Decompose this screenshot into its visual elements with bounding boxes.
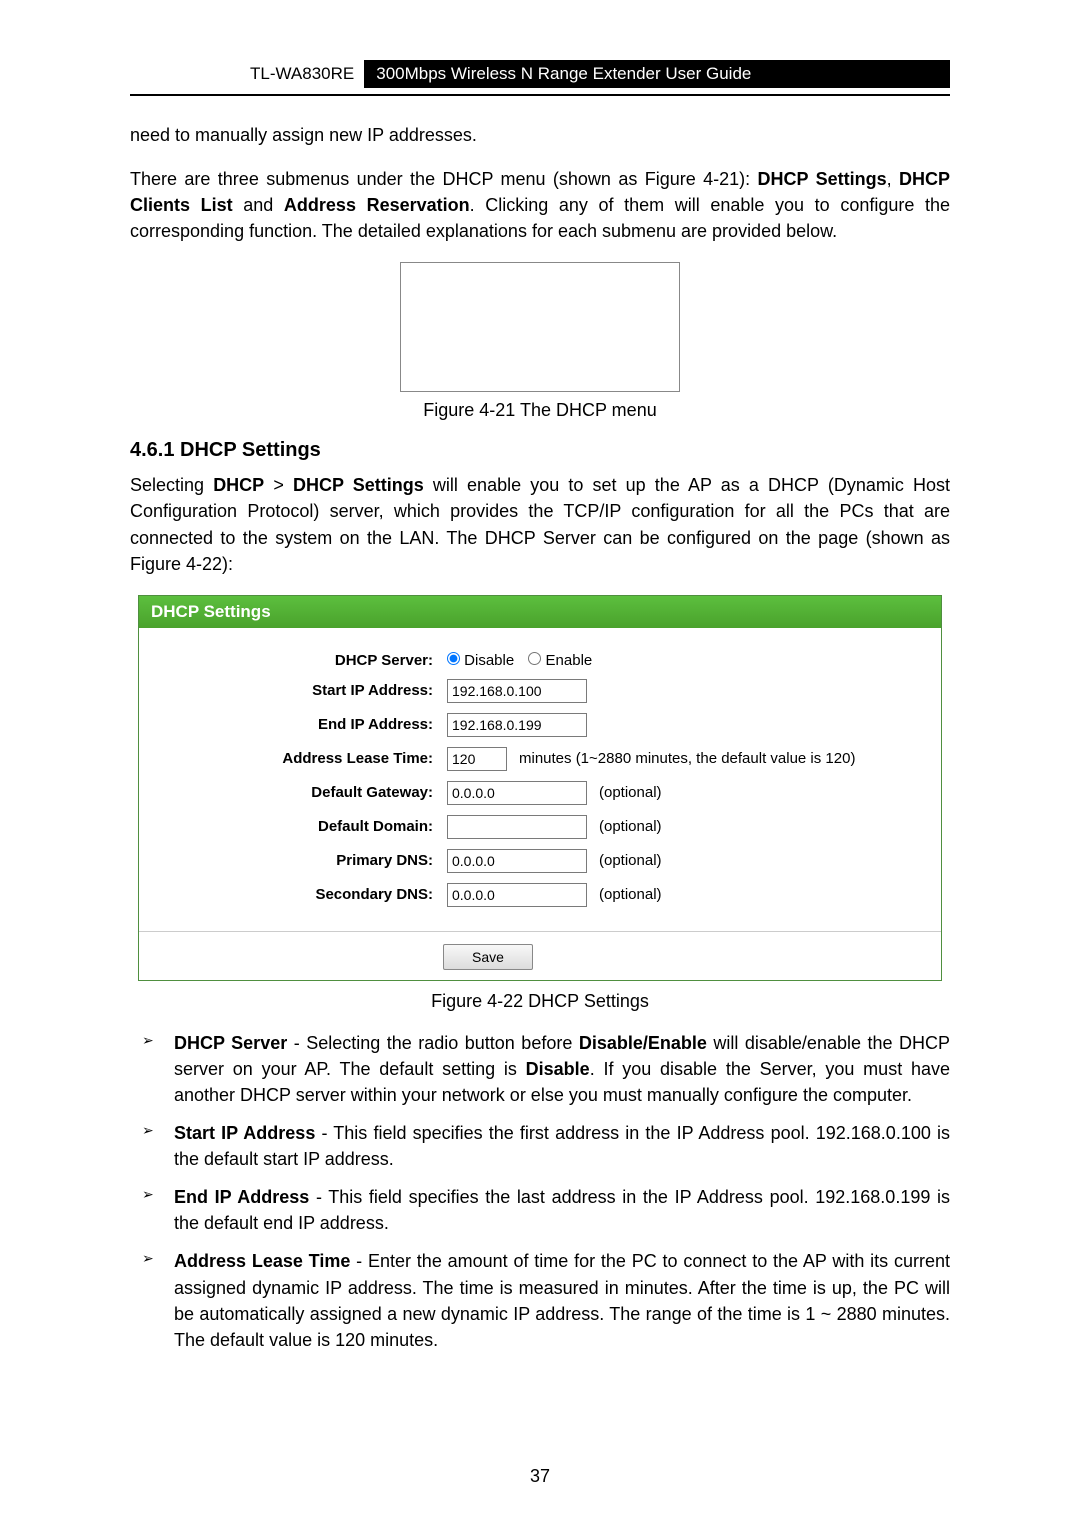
menu-name-address-reservation: Address Reservation [284, 195, 470, 215]
breadcrumb-dhcp-settings: DHCP Settings [293, 475, 424, 495]
start-ip-input[interactable] [447, 679, 587, 703]
label-dhcp-server: DHCP Server: [157, 652, 447, 669]
radio-disable[interactable] [447, 652, 460, 665]
text: - Selecting the radio button before [287, 1033, 579, 1053]
domain-hint: (optional) [599, 818, 662, 835]
end-ip-input[interactable] [447, 713, 587, 737]
label-start-ip: Start IP Address: [157, 682, 447, 699]
text: > [264, 475, 293, 495]
figure-4-21-caption: Figure 4-21 The DHCP menu [130, 400, 950, 421]
lease-time-input[interactable] [447, 747, 507, 771]
label-secondary-dns: Secondary DNS: [157, 886, 447, 903]
save-button[interactable]: Save [443, 944, 533, 970]
label-primary-dns: Primary DNS: [157, 852, 447, 869]
term: Disable [526, 1059, 590, 1079]
figure-4-22-caption: Figure 4-22 DHCP Settings [130, 991, 950, 1012]
gateway-hint: (optional) [599, 784, 662, 801]
panel-body: DHCP Server: Disable Enable Start IP Add… [139, 628, 941, 931]
bullet-dhcp-server: DHCP Server - Selecting the radio button… [136, 1030, 950, 1108]
model-label: TL-WA830RE [130, 60, 364, 88]
row-primary-dns: Primary DNS: (optional) [157, 849, 923, 873]
bullet-end-ip: End IP Address - This field specifies th… [136, 1184, 950, 1236]
intro-paragraph: There are three submenus under the DHCP … [130, 166, 950, 244]
text: There are three submenus under the DHCP … [130, 169, 758, 189]
row-dhcp-server: DHCP Server: Disable Enable [157, 652, 923, 669]
term: DHCP Server [174, 1033, 287, 1053]
term: End IP Address [174, 1187, 309, 1207]
section-heading: 4.6.1 DHCP Settings [130, 439, 950, 462]
panel-title: DHCP Settings [139, 596, 941, 628]
dhcp-server-radio-group: Disable Enable [447, 652, 602, 669]
term: Disable/Enable [579, 1033, 707, 1053]
row-start-ip: Start IP Address: [157, 679, 923, 703]
gateway-input[interactable] [447, 781, 587, 805]
label-gateway: Default Gateway: [157, 784, 447, 801]
label-lease-time: Address Lease Time: [157, 750, 447, 767]
text: and [233, 195, 284, 215]
radio-enable-text: Enable [546, 652, 593, 669]
term: Address Lease Time [174, 1251, 350, 1271]
primary-dns-input[interactable] [447, 849, 587, 873]
domain-input[interactable] [447, 815, 587, 839]
text: Selecting [130, 475, 213, 495]
page-number: 37 [0, 1466, 1080, 1487]
doc-title: 300Mbps Wireless N Range Extender User G… [364, 60, 950, 88]
intro-line: need to manually assign new IP addresses… [130, 122, 950, 148]
doc-header: TL-WA830RE 300Mbps Wireless N Range Exte… [130, 60, 950, 88]
section-paragraph: Selecting DHCP > DHCP Settings will enab… [130, 472, 950, 576]
header-divider [130, 94, 950, 96]
primary-dns-hint: (optional) [599, 852, 662, 869]
row-lease-time: Address Lease Time: minutes (1~2880 minu… [157, 747, 923, 771]
radio-enable[interactable] [528, 652, 541, 665]
term: Start IP Address [174, 1123, 315, 1143]
row-gateway: Default Gateway: (optional) [157, 781, 923, 805]
radio-disable-text: Disable [464, 652, 514, 669]
row-end-ip: End IP Address: [157, 713, 923, 737]
figure-4-21-placeholder [400, 262, 680, 392]
row-secondary-dns: Secondary DNS: (optional) [157, 883, 923, 907]
bullet-start-ip: Start IP Address - This field specifies … [136, 1120, 950, 1172]
breadcrumb-dhcp: DHCP [213, 475, 264, 495]
label-end-ip: End IP Address: [157, 716, 447, 733]
save-row: Save [139, 931, 941, 980]
menu-name-dhcp-settings: DHCP Settings [758, 169, 887, 189]
bullet-list: DHCP Server - Selecting the radio button… [130, 1030, 950, 1353]
radio-disable-label[interactable]: Disable [447, 652, 514, 669]
radio-enable-label[interactable]: Enable [528, 652, 592, 669]
secondary-dns-hint: (optional) [599, 886, 662, 903]
dhcp-settings-panel: DHCP Settings DHCP Server: Disable Enabl… [138, 595, 942, 981]
row-domain: Default Domain: (optional) [157, 815, 923, 839]
lease-hint: minutes (1~2880 minutes, the default val… [519, 750, 855, 767]
text: , [887, 169, 899, 189]
secondary-dns-input[interactable] [447, 883, 587, 907]
label-domain: Default Domain: [157, 818, 447, 835]
bullet-lease-time: Address Lease Time - Enter the amount of… [136, 1248, 950, 1352]
